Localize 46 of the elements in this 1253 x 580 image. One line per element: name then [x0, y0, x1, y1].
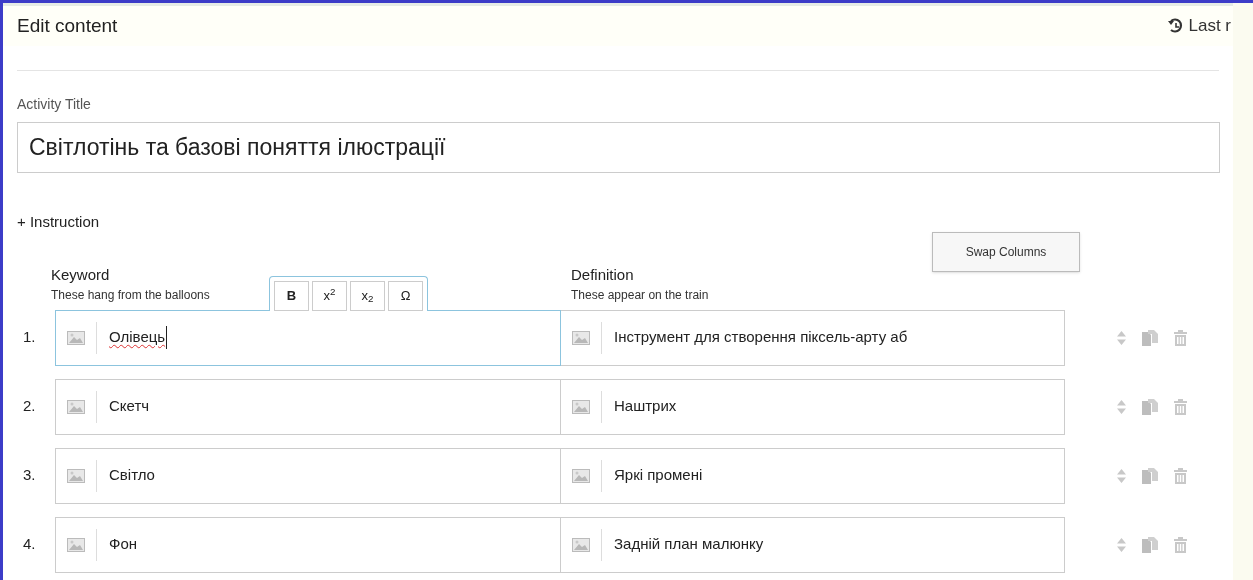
row-number: 4. — [22, 534, 37, 555]
delete-icon[interactable] — [1174, 536, 1187, 553]
format-button[interactable]: x$^{2}$ — [312, 280, 347, 311]
definition-field[interactable]: Задній план малюнку — [561, 516, 1065, 573]
format-button[interactable]: B — [274, 280, 309, 311]
definition-field[interactable]: Яркі промені — [561, 447, 1065, 504]
delete-icon[interactable] — [1174, 329, 1187, 346]
column-hint: These hang from the balloons — [51, 287, 210, 304]
row-number: 2. — [22, 396, 37, 417]
definition-field[interactable]: Інструмент для створення піксель-арту аб — [561, 309, 1065, 366]
history-icon — [1168, 18, 1185, 34]
image-icon[interactable] — [67, 537, 85, 552]
keyword-field[interactable]: Фон — [55, 516, 561, 573]
duplicate-icon[interactable] — [1142, 398, 1158, 415]
duplicate-icon[interactable] — [1142, 536, 1158, 553]
row-number: 1. — [22, 327, 37, 348]
image-icon[interactable] — [572, 468, 590, 483]
add-instruction-link[interactable]: + Instruction — [17, 211, 100, 234]
swap-columns-button[interactable]: Swap Columns — [932, 231, 1080, 272]
format-button[interactable]: x$_{2}$ — [350, 280, 385, 311]
duplicate-icon[interactable] — [1142, 329, 1158, 346]
page-title: Edit content — [17, 13, 118, 38]
format-button[interactable]: Ω — [388, 280, 423, 311]
keyword-field[interactable]: Світло — [55, 447, 561, 504]
duplicate-icon[interactable] — [1142, 467, 1158, 484]
reorder-icon[interactable] — [1117, 399, 1126, 414]
image-icon[interactable] — [572, 330, 590, 345]
reorder-icon[interactable] — [1117, 330, 1126, 345]
reorder-icon[interactable] — [1117, 537, 1126, 552]
reorder-icon[interactable] — [1117, 468, 1126, 483]
column-hint: These appear on the train — [571, 287, 709, 304]
image-icon[interactable] — [572, 537, 590, 552]
last-saved-text: Last r — [1188, 15, 1231, 38]
image-icon[interactable] — [67, 330, 85, 345]
column-title: Definition — [571, 264, 634, 285]
delete-icon[interactable] — [1174, 398, 1187, 415]
column-title: Keyword — [51, 264, 110, 285]
delete-icon[interactable] — [1174, 467, 1187, 484]
field-label: Activity Title — [17, 95, 92, 114]
image-icon[interactable] — [572, 399, 590, 414]
row-number: 3. — [22, 465, 37, 486]
image-icon[interactable] — [67, 399, 85, 414]
image-icon[interactable] — [67, 468, 85, 483]
keyword-field[interactable]: Скетч — [55, 378, 561, 435]
activity-title-field[interactable]: Світлотінь та базові поняття ілюстрації — [17, 122, 1220, 173]
definition-field[interactable]: Наштрих — [561, 378, 1065, 435]
